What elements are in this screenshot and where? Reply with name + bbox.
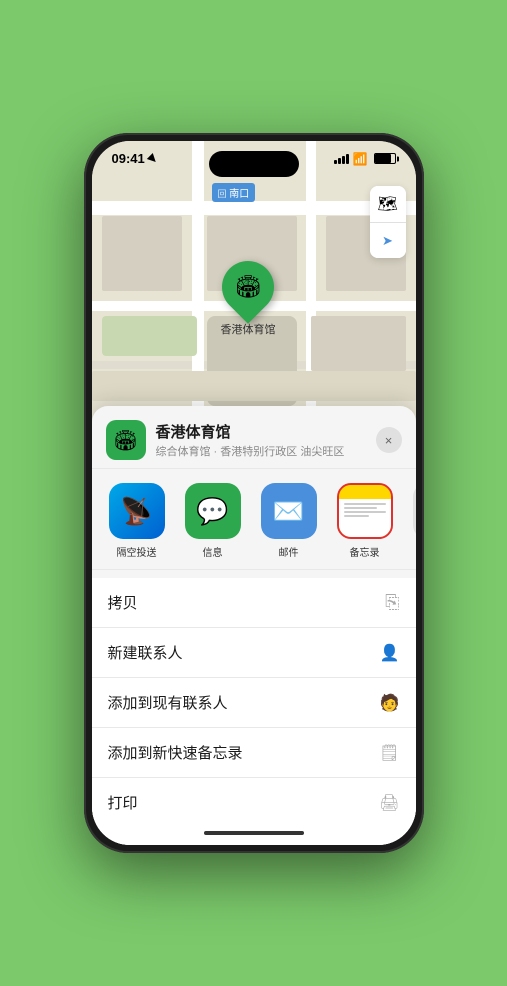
- phone-screen: 09:41 ▶ 📶: [92, 141, 416, 845]
- venue-info: 香港体育馆 综合体育馆 · 香港特别行政区 油尖旺区: [156, 421, 376, 459]
- airdrop-icon: 📡: [109, 483, 165, 539]
- quick-note-icon: 🗒: [379, 743, 399, 763]
- map-north-label: 回 南口: [212, 183, 256, 202]
- quick-note-label: 添加到新快速备忘录: [108, 742, 243, 763]
- map-controls: 🗺 ➤: [370, 186, 406, 258]
- share-airdrop[interactable]: 📡 隔空投送: [102, 483, 172, 559]
- notes-label: 备忘录: [350, 544, 380, 559]
- status-time: 09:41: [112, 151, 145, 166]
- airdrop-label: 隔空投送: [117, 544, 157, 559]
- add-existing-label: 添加到现有联系人: [108, 692, 228, 713]
- more-icon: [413, 483, 416, 539]
- share-mail[interactable]: ✉️ 邮件: [254, 483, 324, 559]
- stadium-pin: 🏟 香港体育馆: [221, 261, 276, 337]
- share-notes[interactable]: 备忘录: [330, 483, 400, 559]
- venue-icon: 🏟: [106, 420, 146, 460]
- notes-icon: [337, 483, 393, 539]
- share-row: 📡 隔空投送 💬 信息 ✉️ 邮件: [92, 469, 416, 570]
- location-icon: ▶: [145, 151, 160, 166]
- action-rows: 拷贝 ⎘ 新建联系人 👤 添加到现有联系人 🧑 添加到新快速备忘录 🗒 打印: [92, 578, 416, 821]
- mail-label: 邮件: [279, 544, 299, 559]
- phone-frame: 09:41 ▶ 📶: [84, 133, 424, 853]
- action-new-contact[interactable]: 新建联系人 👤: [92, 628, 416, 678]
- location-button[interactable]: ➤: [370, 222, 406, 258]
- pin-icon: 🏟: [234, 274, 262, 300]
- sheet-header: 🏟 香港体育馆 综合体育馆 · 香港特别行政区 油尖旺区 ×: [92, 406, 416, 469]
- dynamic-island: [209, 151, 299, 177]
- copy-label: 拷贝: [108, 592, 138, 613]
- share-messages[interactable]: 💬 信息: [178, 483, 248, 559]
- new-contact-icon: 👤: [380, 643, 400, 663]
- messages-label: 信息: [203, 544, 223, 559]
- copy-icon: ⎘: [385, 592, 399, 613]
- close-button[interactable]: ×: [376, 427, 402, 453]
- bottom-sheet: 🏟 香港体育馆 综合体育馆 · 香港特别行政区 油尖旺区 × 📡 隔空投送: [92, 406, 416, 845]
- add-existing-icon: 🧑: [380, 693, 400, 713]
- action-print[interactable]: 打印 🖨: [92, 778, 416, 821]
- home-indicator-area: [92, 821, 416, 845]
- venue-name: 香港体育馆: [156, 421, 376, 442]
- mail-icon: ✉️: [261, 483, 317, 539]
- messages-icon: 💬: [185, 483, 241, 539]
- print-label: 打印: [108, 792, 138, 813]
- battery-icon: [374, 153, 396, 164]
- action-add-existing-contact[interactable]: 添加到现有联系人 🧑: [92, 678, 416, 728]
- map-view-button[interactable]: 🗺: [370, 186, 406, 222]
- wifi-icon: 📶: [353, 152, 368, 166]
- venue-subtitle: 综合体育馆 · 香港特别行政区 油尖旺区: [156, 443, 376, 459]
- status-icons: 📶: [334, 152, 396, 166]
- action-copy[interactable]: 拷贝 ⎘: [92, 578, 416, 628]
- pin-circle: 🏟: [211, 250, 285, 324]
- print-icon: 🖨: [379, 793, 399, 813]
- action-quick-note[interactable]: 添加到新快速备忘录 🗒: [92, 728, 416, 778]
- share-more[interactable]: 推: [406, 483, 416, 559]
- home-indicator: [204, 831, 304, 835]
- new-contact-label: 新建联系人: [108, 642, 183, 663]
- signal-bars: [334, 154, 349, 164]
